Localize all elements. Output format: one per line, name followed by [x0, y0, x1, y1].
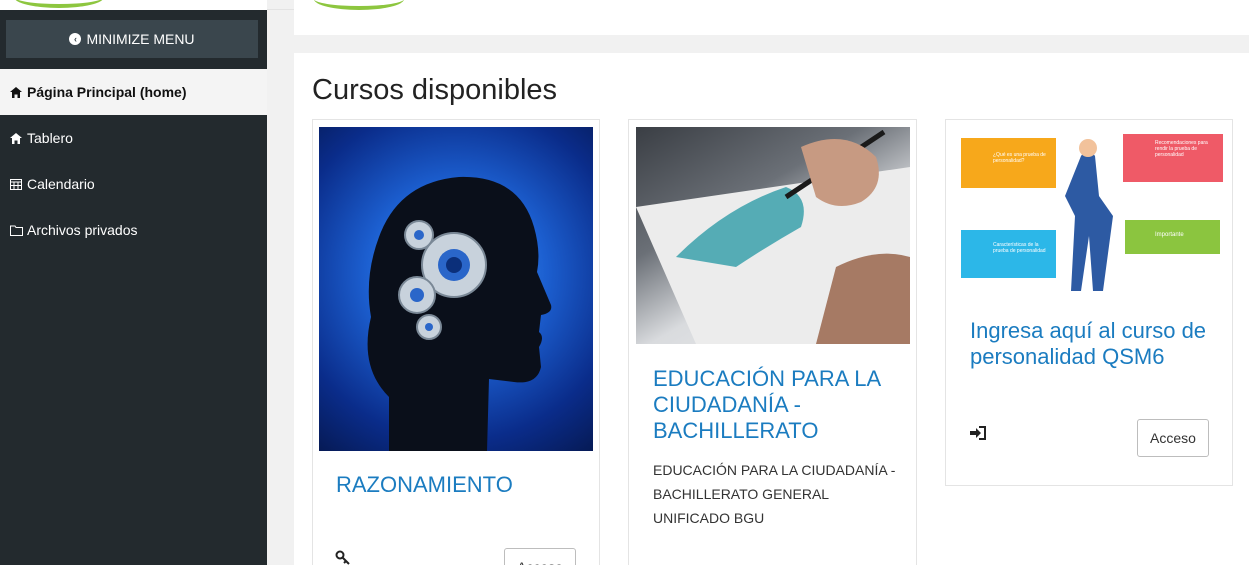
sidebar-item-tablero[interactable]: Tablero [0, 115, 267, 161]
sidebar-item-label: Página Principal (home) [27, 84, 187, 100]
sidebar-item-label: Tablero [27, 130, 73, 146]
course-title-link[interactable]: Ingresa aquí al curso de personalidad QS… [970, 318, 1220, 370]
course-card: EDUCACIÓN PARA LA CIUDADANÍA - BACHILLER… [628, 119, 917, 565]
main-content: Cursos disponibles RAZONAMIENTO EDUCACIÓ… [294, 53, 1249, 565]
minimize-menu-button[interactable]: ‹ MINIMIZE MENU [6, 20, 258, 58]
sidebar-item-label: Archivos privados [27, 222, 138, 238]
logo-leaf-icon [14, 0, 104, 8]
logo-strip [0, 0, 267, 10]
course-title-link[interactable]: EDUCACIÓN PARA LA CIUDADANÍA - BACHILLER… [653, 366, 903, 444]
course-card: RAZONAMIENTO Acceso [312, 119, 600, 565]
sidebar: ‹ MINIMIZE MENU Página Principal (home) … [0, 0, 267, 565]
course-image-head-with-gears[interactable] [319, 127, 593, 451]
course-description: EDUCACIÓN PARA LA CIUDADANÍA - BACHILLER… [653, 462, 896, 526]
key-icon [335, 550, 351, 565]
chevron-left-circle-icon: ‹ [69, 33, 82, 45]
sign-in-icon [970, 426, 986, 445]
calendar-icon [9, 177, 23, 191]
access-button[interactable]: Acceso [1137, 419, 1209, 457]
course-title-link[interactable]: RAZONAMIENTO [336, 472, 586, 498]
sidebar-item-home[interactable]: Página Principal (home) [0, 69, 267, 115]
sidebar-item-archivos[interactable]: Archivos privados [0, 207, 267, 253]
logo-leaf-icon [314, 0, 404, 10]
infographic-label: Características de la prueba de personal… [993, 242, 1046, 254]
infographic-label: Importante [1155, 232, 1184, 238]
sidebar-item-calendario[interactable]: Calendario [0, 161, 267, 207]
sidebar-item-label: Calendario [27, 176, 95, 192]
page-title: Cursos disponibles [312, 74, 558, 106]
infographic-label: ¿Qué es una prueba de personalidad? [993, 152, 1046, 164]
course-image-hand-painting-watercolor[interactable] [636, 127, 910, 344]
course-image-personality-test-infographic[interactable]: ¿Qué es una prueba de personalidad? Reco… [953, 126, 1227, 296]
infographic-label: Recomendaciones para rendir la prueba de… [1155, 140, 1208, 158]
home-icon [9, 131, 23, 145]
folder-icon [9, 223, 23, 237]
minimize-menu-label: MINIMIZE MENU [86, 31, 195, 47]
course-card: ¿Qué es una prueba de personalidad? Reco… [945, 119, 1233, 486]
header-bar [294, 0, 1249, 35]
home-icon [9, 85, 23, 99]
access-button[interactable]: Acceso [504, 548, 576, 565]
